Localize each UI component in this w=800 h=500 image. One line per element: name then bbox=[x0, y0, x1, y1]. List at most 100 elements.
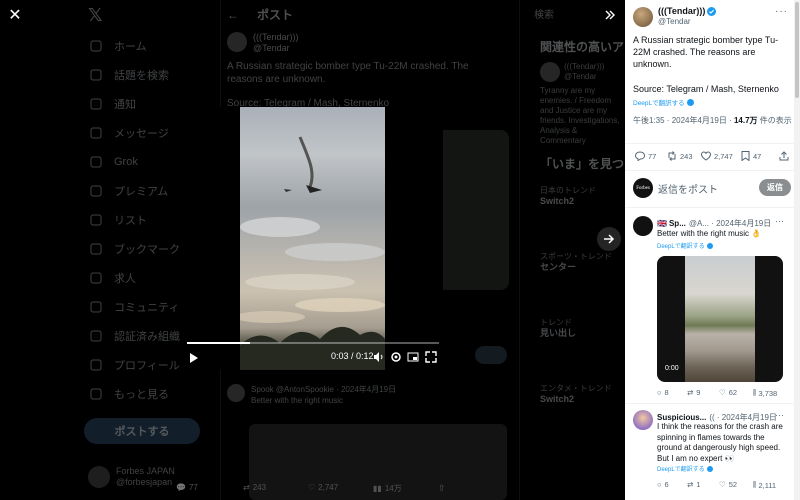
heart-icon: ♡ bbox=[719, 388, 726, 397]
bookmark-count: 47 bbox=[753, 151, 762, 161]
picture-in-picture-icon[interactable] bbox=[407, 351, 419, 363]
avatar bbox=[227, 32, 247, 52]
bookmark-action[interactable]: 47 bbox=[741, 151, 761, 161]
nav-item-label: メッセージ bbox=[114, 128, 169, 140]
page-title: ポスト bbox=[257, 8, 294, 22]
video-frame[interactable] bbox=[240, 107, 385, 370]
play-icon[interactable] bbox=[189, 351, 199, 369]
trend-item[interactable]: トレンド 見い出し bbox=[540, 318, 625, 339]
collapse-panel-icon[interactable] bbox=[599, 4, 621, 26]
nav-item-label: 話題を検索 bbox=[114, 70, 169, 82]
video-scene bbox=[240, 136, 385, 370]
video-thumbnail bbox=[685, 256, 755, 382]
like-action[interactable]: ♡ 52 bbox=[719, 480, 737, 489]
panel-scrollbar-thumb[interactable] bbox=[795, 2, 799, 98]
more-options-icon[interactable]: ··· bbox=[775, 410, 784, 420]
reply-action[interactable]: ○ 6 bbox=[657, 480, 669, 489]
nav-item-label: 求人 bbox=[114, 273, 136, 285]
nav-item-5[interactable]: プレミアム bbox=[88, 181, 168, 201]
avatar[interactable] bbox=[633, 410, 653, 430]
bg-reply-action[interactable]: 💬 77 bbox=[176, 483, 198, 492]
trend-item[interactable]: 日本のトレンド Switch2 bbox=[540, 186, 625, 207]
translate-link[interactable]: DeepLで翻訳する bbox=[657, 464, 713, 473]
share-icon[interactable] bbox=[779, 151, 792, 161]
nav-item-6[interactable]: リスト bbox=[88, 210, 147, 230]
reply-handle: @A... bbox=[688, 219, 709, 228]
reply-video[interactable]: 0:00 bbox=[657, 256, 783, 382]
repost-action[interactable]: 243 bbox=[667, 151, 693, 161]
nav-item-7[interactable]: ブックマーク bbox=[88, 239, 180, 259]
deepl-icon bbox=[686, 98, 694, 106]
post-author: (((Tendar))) @Tendar bbox=[227, 32, 299, 54]
nav-item-1[interactable]: 話題を検索 bbox=[88, 65, 169, 85]
account-switcher[interactable]: Forbes JAPAN @forbesjapan bbox=[88, 466, 175, 488]
bg-like-count: 2,747 bbox=[318, 483, 339, 492]
bg-views-action[interactable]: ▮▮ 14万 bbox=[373, 483, 402, 494]
views-action[interactable]: ⫼ 2,111 bbox=[753, 480, 776, 490]
repost-action[interactable]: ⇄ 9 bbox=[687, 388, 700, 397]
nav-item-3[interactable]: メッセージ bbox=[88, 123, 169, 143]
video-player[interactable]: 0:03 / 0:12 bbox=[183, 107, 443, 370]
avatar[interactable] bbox=[633, 216, 653, 236]
x-logo-icon: 𝕏 bbox=[88, 5, 103, 25]
views-action[interactable]: ⫼ 3,738 bbox=[753, 388, 777, 398]
reply-item: Spook @AntonSpookie · 2024年4月19日 Better … bbox=[227, 384, 396, 406]
nav-item-2[interactable]: 通知 bbox=[88, 94, 136, 114]
nav-item-12[interactable]: もっと見る bbox=[88, 384, 169, 404]
more-options-icon[interactable]: ··· bbox=[775, 216, 784, 226]
avatar bbox=[227, 384, 245, 402]
search-icon bbox=[88, 67, 104, 83]
reply-handle: @AntonSpookie bbox=[275, 385, 334, 394]
close-icon[interactable]: ✕ bbox=[4, 4, 26, 26]
back-arrow-icon[interactable]: ← bbox=[227, 8, 239, 22]
post-button[interactable]: ポストする bbox=[84, 418, 200, 444]
translate-label: DeepLで翻訳する bbox=[657, 244, 705, 250]
reply-date: 2024年4月19日 bbox=[340, 385, 397, 394]
next-media-button[interactable] bbox=[597, 227, 621, 251]
reply-actions: ○ 6 ⇄ 1 ♡ 52 ⫼ 2,111 bbox=[657, 480, 791, 492]
translate-link[interactable]: DeepLで翻訳する bbox=[633, 97, 694, 107]
trend-item[interactable]: エンタメ・トレンド Switch2 bbox=[540, 384, 625, 405]
nav-item-9[interactable]: コミュニティ bbox=[88, 297, 179, 317]
fullscreen-icon[interactable] bbox=[425, 351, 437, 363]
tweet-text: A Russian strategic bomber type Tu-22M c… bbox=[633, 35, 779, 69]
search-box[interactable]: 検索 bbox=[534, 6, 554, 21]
translate-label: DeepLで翻訳する bbox=[633, 100, 685, 107]
like-action[interactable]: 2,747 bbox=[701, 151, 733, 161]
translate-link[interactable]: DeepLで翻訳する bbox=[657, 241, 713, 250]
repost-count: 243 bbox=[680, 151, 693, 161]
bell-icon bbox=[88, 96, 104, 112]
like-action[interactable]: ♡ 62 bbox=[719, 388, 737, 397]
nav-item-10[interactable]: 認証済み組織 bbox=[88, 326, 180, 346]
reply-input[interactable]: 返信をポスト bbox=[658, 181, 718, 196]
nav-item-0[interactable]: ホーム bbox=[88, 36, 147, 56]
reply-text: Better with the right music 👌 bbox=[657, 229, 762, 238]
more-options-icon[interactable]: ··· bbox=[775, 6, 788, 17]
nav-item-11[interactable]: プロフィール bbox=[88, 355, 180, 375]
reply-submit-button[interactable]: 返信 bbox=[759, 179, 791, 196]
tweet-author[interactable]: (((Tendar))) @Tendar bbox=[633, 6, 717, 27]
views-icon: ⫼ bbox=[753, 388, 757, 397]
lightning-icon bbox=[88, 328, 104, 344]
settings-gear-icon[interactable] bbox=[390, 351, 402, 363]
video-progress-bar[interactable] bbox=[187, 342, 439, 344]
bg-repost-action[interactable]: ⇄ 243 bbox=[243, 483, 266, 492]
volume-icon[interactable] bbox=[373, 351, 385, 363]
reply-composer: Forbes 返信をポスト 返信 bbox=[633, 177, 793, 199]
reply-button[interactable] bbox=[475, 346, 507, 364]
nav-item-8[interactable]: 求人 bbox=[88, 268, 136, 288]
trend-item[interactable]: スポーツ・トレンド センター bbox=[540, 252, 625, 273]
reply-item[interactable]: Suspicious... (( · 2024年4月19日 ··· I thin… bbox=[633, 410, 793, 500]
repost-action[interactable]: ⇄ 1 bbox=[687, 480, 700, 489]
related-account-card[interactable]: (((Tendar))) @Tendar Tyranny are my enem… bbox=[540, 62, 625, 145]
verified-badge-icon bbox=[707, 7, 717, 16]
nav-item-label: プロフィール bbox=[114, 360, 180, 372]
nav-item-4[interactable]: Grok bbox=[88, 152, 138, 172]
avatar[interactable] bbox=[633, 6, 653, 27]
reply-action[interactable]: ○ 8 bbox=[657, 388, 669, 397]
bg-like-action[interactable]: ♡ 2,747 bbox=[308, 483, 338, 492]
trend-meta: スポーツ・トレンド bbox=[540, 252, 612, 261]
reply-action[interactable]: 77 bbox=[635, 151, 656, 161]
video-progress-fill bbox=[187, 342, 250, 344]
share-icon[interactable]: ⇧ bbox=[438, 483, 446, 494]
